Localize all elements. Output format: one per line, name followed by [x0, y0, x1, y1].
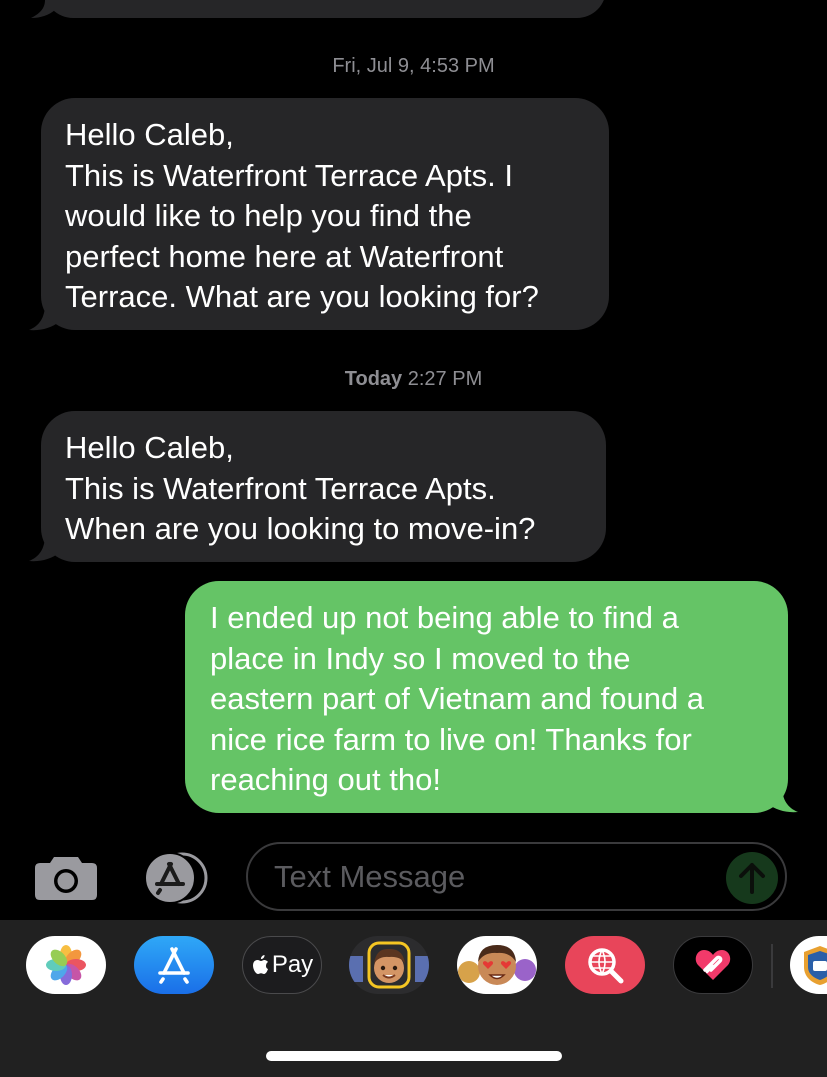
message-line: place in Indy so I moved to the [210, 640, 631, 676]
memoji-sticker-app-button[interactable] [349, 936, 429, 994]
message-line: Hello Caleb, [65, 430, 234, 465]
digital-touch-app-button[interactable] [673, 936, 753, 994]
apple-pay-label: Pay [271, 951, 314, 978]
animoji-icon [458, 945, 536, 985]
web-search-app-button[interactable] [565, 936, 645, 994]
timestamp-2: Today 2:27 PM [0, 368, 827, 391]
message-bubble-incoming-1[interactable]: Hello Caleb, This is Waterfront Terrace … [41, 98, 609, 330]
message-line: Terrace. What are you looking for? [65, 279, 539, 314]
previous-message-tail [31, 0, 57, 18]
camera-icon [35, 857, 97, 900]
animoji-app-button[interactable] [457, 936, 537, 994]
message-line: I ended up not being able to find a [210, 600, 679, 635]
app-drawer-divider [771, 944, 773, 988]
message-line: When are you looking to move-in? [65, 511, 536, 546]
web-search-icon [588, 948, 624, 984]
app-store-app-button[interactable] [134, 936, 214, 994]
message-line: would like to help you find the [65, 198, 472, 233]
message-line: reaching out tho! [210, 762, 441, 797]
apple-pay-icon [252, 955, 268, 974]
message-input[interactable]: Text Message [246, 842, 787, 911]
message-input-placeholder: Text Message [274, 859, 466, 894]
partial-app-icon [804, 946, 827, 985]
photos-icon [46, 945, 86, 985]
apple-pay-app-button[interactable]: Pay [242, 936, 322, 994]
digital-touch-icon [695, 950, 731, 980]
photos-app-button[interactable] [26, 936, 106, 994]
timestamp-1: Fri, Jul 9, 4:53 PM [0, 55, 827, 78]
home-indicator[interactable] [266, 1051, 562, 1061]
send-button[interactable] [726, 852, 778, 904]
camera-button[interactable] [34, 853, 98, 901]
message-line: Hello Caleb, [65, 117, 234, 152]
message-bubble-outgoing[interactable]: I ended up not being able to find a plac… [185, 581, 788, 813]
message-line: perfect home here at Waterfront [65, 238, 504, 274]
message-line: eastern part of Vietnam and found a [210, 681, 705, 716]
message-bubble-incoming-2[interactable]: Hello Caleb, This is Waterfront Terrace … [41, 411, 606, 562]
timestamp-day: Today [344, 368, 403, 390]
previous-message-bubble [44, 0, 606, 18]
app-store-button[interactable] [140, 852, 212, 904]
partial-app-button[interactable] [790, 936, 827, 994]
message-line: nice rice farm to live on! Thanks for [210, 721, 692, 757]
message-line: This is Waterfront Terrace Apts. [65, 470, 496, 506]
timestamp-time: 2:27 PM [407, 368, 483, 390]
app-store-icon [158, 947, 190, 984]
send-arrow-icon [739, 863, 765, 894]
message-line: This is Waterfront Terrace Apts. I [65, 157, 513, 193]
app-store-icon [144, 852, 208, 904]
timestamp-time: 4:53 PM [420, 55, 495, 77]
timestamp-day: Fri, Jul 9, [332, 55, 415, 77]
memoji-sticker-icon [349, 941, 429, 989]
